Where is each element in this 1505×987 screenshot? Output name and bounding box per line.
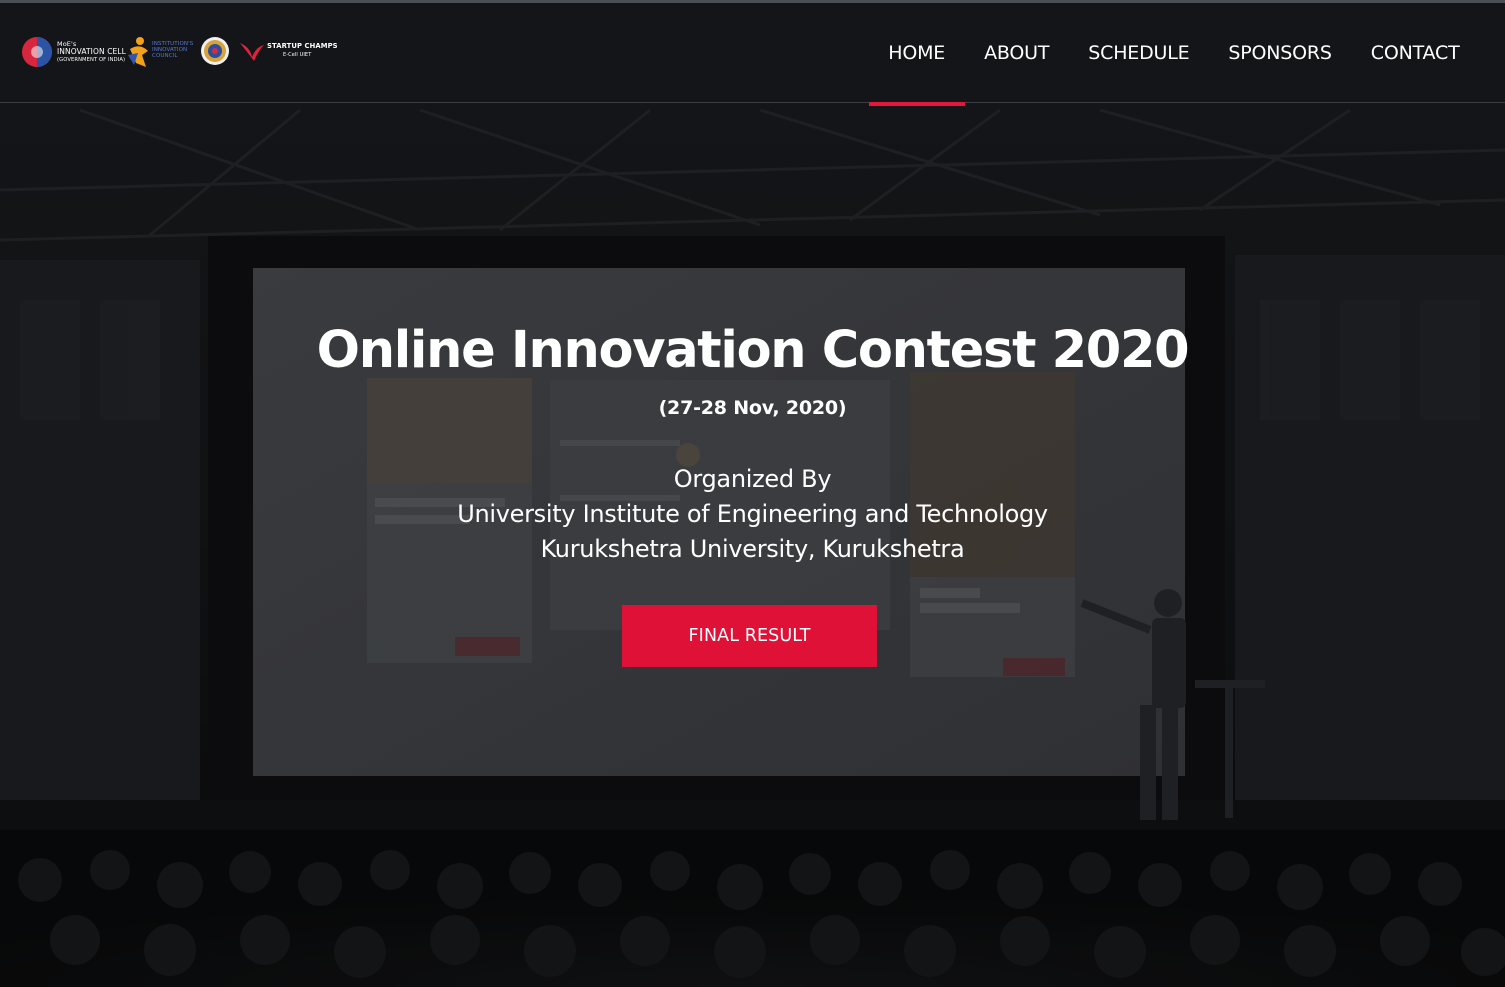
main-nav: HOME ABOUT SCHEDULE SPONSORS CONTACT (868, 3, 1479, 106)
landing-page: MoE's INNOVATION CELL (GOVERNMENT OF IND… (0, 0, 1505, 987)
nav-contact[interactable]: CONTACT (1351, 3, 1479, 102)
brain-lightbulb-icon (22, 37, 52, 67)
institution-innovation-council-logo[interactable]: INSTITUTION'S INNOVATION COUNCIL (126, 35, 196, 71)
organizer-university: Kurukshetra University, Kurukshetra (540, 535, 965, 563)
iic-figure-icon (128, 37, 148, 67)
logo-text-line: INNOVATION CELL (57, 47, 126, 56)
hero-content: Online Innovation Contest 2020 (27-28 No… (0, 318, 1505, 567)
moe-innovation-cell-logo[interactable]: MoE's INNOVATION CELL (GOVERNMENT OF IND… (20, 35, 126, 71)
phoenix-bird-icon (240, 43, 264, 61)
logo-text-line: STARTUP CHAMPS (267, 42, 338, 50)
hero-title: Online Innovation Contest 2020 (316, 321, 1190, 380)
final-result-button[interactable]: FINAL RESULT (622, 605, 877, 667)
seal-icon (201, 37, 229, 65)
nav-schedule[interactable]: SCHEDULE (1069, 3, 1209, 102)
site-header: MoE's INNOVATION CELL (GOVERNMENT OF IND… (0, 3, 1505, 106)
logo-text-line: E-Cell UIET (283, 52, 312, 58)
event-date: (27-28 Nov, 2020) (658, 397, 847, 419)
logo-text-line: (GOVERNMENT OF INDIA) (57, 57, 126, 63)
nav-home[interactable]: HOME (868, 3, 965, 106)
university-seal-logo[interactable] (200, 36, 230, 70)
startup-champs-logo[interactable]: STARTUP CHAMPS E-Cell UIET (238, 39, 338, 69)
logo-text-line: COUNCIL (152, 53, 178, 59)
organizer-block: Organized By University Institute of Eng… (0, 462, 1505, 567)
organizer-institute: University Institute of Engineering and … (457, 500, 1048, 528)
nav-about[interactable]: ABOUT (965, 3, 1069, 102)
nav-sponsors[interactable]: SPONSORS (1209, 3, 1351, 102)
organized-by-label: Organized By (673, 465, 832, 493)
